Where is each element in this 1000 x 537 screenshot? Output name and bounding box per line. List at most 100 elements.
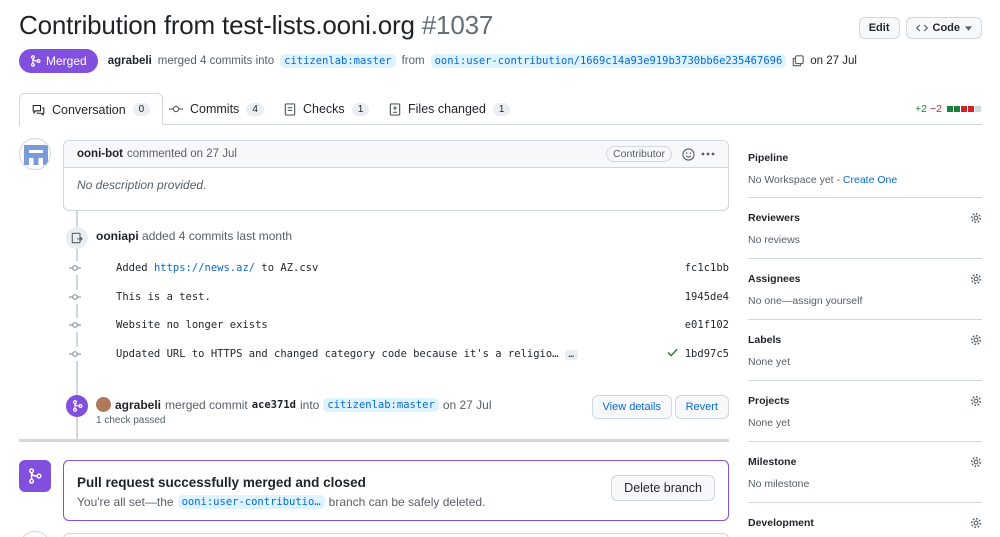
sidebar-milestone[interactable]: Milestone No milestone [748,456,982,490]
sidebar-pipeline-value: No Workspace yet - Create One [748,174,898,186]
view-details-button[interactable]: View details [591,395,672,419]
pr-state-line: Merged agrabeli merged 4 commits into ci… [19,49,857,73]
git-merge-icon [30,55,41,67]
from-label: from [401,55,425,67]
commit-message-link[interactable]: https://news.az/ [154,262,255,274]
pr-title: Contribution from test-lists.ooni.org [19,10,415,40]
gear-icon[interactable] [970,517,982,529]
merge-event-branch[interactable]: citizenlab:master [323,397,439,412]
merged-branch[interactable]: ooni:user-contributio… [177,495,325,509]
tab-files-changed[interactable]: Files changed 1 [377,93,522,125]
code-button[interactable]: Code [905,17,982,39]
git-commit-icon [169,105,183,113]
tab-checks-count: 1 [351,102,370,116]
commit-row: Website no longer exists e01f102 [68,315,729,335]
header-actions: Edit Code [858,17,982,39]
commit-message[interactable]: Website no longer exists [116,319,268,331]
merged-status-box: Pull request successfully merged and clo… [63,460,729,521]
diffstat-deletions: −2 [930,103,942,115]
commit-sha[interactable]: 1bd97c5 [685,348,729,360]
comment-author[interactable]: ooni-bot [77,148,123,160]
avatar[interactable] [96,397,111,412]
merge-event-into: into [299,397,320,412]
commit-message[interactable]: Added https://news.az/ to AZ.csv [116,262,318,274]
merge-event-text: merged commit [165,397,248,412]
commits-author[interactable]: ooniapi [96,229,139,243]
commit-sha[interactable]: fc1c1bb [685,262,729,274]
sidebar-assignees[interactable]: Assignees No one—assign yourself [748,273,982,307]
diffstat: +2 −2 [915,103,982,115]
avatar[interactable] [19,138,51,170]
chevron-down-icon [965,25,972,31]
code-icon [915,24,928,32]
file-diff-icon [389,102,401,116]
page-title: Contribution from test-lists.ooni.org #1… [19,10,493,41]
smiley-icon[interactable] [682,147,695,161]
merged-status-text: You're all set—the ooni:user-contributio… [77,495,486,509]
commits-summary: added 4 commits last month [142,229,293,243]
avatar[interactable] [19,531,51,537]
gear-icon[interactable] [970,395,982,407]
tab-conversation-label: Conversation [52,102,126,117]
sidebar-reviewers-title: Reviewers [748,212,800,224]
copy-icon[interactable] [792,55,804,67]
code-label: Code [932,22,961,34]
sidebar-pipeline-title: Pipeline [748,152,789,164]
merged-badge-label: Merged [46,54,87,68]
commit-message[interactable]: This is a test. [116,291,211,303]
tab-commits[interactable]: Commits 4 [157,93,276,125]
sidebar-divider [748,319,982,320]
edit-button[interactable]: Edit [858,17,900,39]
sidebar-divider [748,502,982,503]
tab-files-count: 1 [492,102,511,116]
git-merge-icon [19,460,51,492]
delete-branch-button[interactable]: Delete branch [611,475,715,501]
base-branch[interactable]: citizenlab:master [280,54,396,68]
sidebar-reviewers[interactable]: Reviewers No reviews [748,212,982,246]
merged-badge: Merged [19,49,98,73]
tab-files-label: Files changed [408,102,486,116]
gear-icon[interactable] [970,334,982,346]
create-one-link[interactable]: Create One [843,174,897,186]
tab-conversation-count: 0 [132,103,151,116]
sidebar-milestone-title: Milestone [748,456,797,468]
comment-discussion-icon [32,104,45,116]
checks-status[interactable]: 1 check passed [96,415,166,426]
timeline-divider [19,439,729,442]
sidebar-assignees-value[interactable]: No one—assign yourself [748,295,982,307]
diffstat-bar [947,103,982,115]
commit-row: Updated URL to HTTPS and changed categor… [68,344,729,364]
merge-event-date[interactable]: on 27 Jul [443,398,492,412]
comment-meta[interactable]: commented on 27 Jul [127,148,237,160]
sidebar-divider [748,380,982,381]
contributor-badge: Contributor [606,146,672,162]
commit-sha-status: 1bd97c5 [667,348,729,360]
gear-icon[interactable] [970,212,982,224]
pr-tabs: Conversation 0 Commits 4 Checks 1 Files … [19,93,982,126]
merge-date: on 27 Jul [810,55,857,67]
kebab-horizontal-icon[interactable] [701,152,715,156]
sidebar-development[interactable]: Development [748,517,982,529]
commit-row: Added https://news.az/ to AZ.csv fc1c1bb [68,258,729,278]
sidebar-projects-title: Projects [748,395,790,407]
tab-checks[interactable]: Checks 1 [272,93,381,125]
gear-icon[interactable] [970,456,982,468]
commit-sha[interactable]: e01f102 [685,319,729,331]
sidebar-pipeline: Pipeline No Workspace yet - Create One [748,152,982,186]
head-branch[interactable]: ooni:user-contribution/1669c14a93e919b37… [430,54,787,68]
merge-event: agrabeli merged commit ace371d into citi… [65,395,729,431]
sidebar-reviewers-value: No reviews [748,234,800,246]
merge-commit-sha[interactable]: ace371d [252,399,296,411]
revert-button[interactable]: Revert [674,395,729,419]
commit-sha[interactable]: 1945de4 [685,291,729,303]
git-commit-icon [68,347,82,361]
expand-message-button[interactable]: … [564,350,578,360]
sidebar-labels[interactable]: Labels None yet [748,334,982,368]
merge-event-author[interactable]: agrabeli [115,398,161,412]
tab-conversation[interactable]: Conversation 0 [19,93,164,126]
merger-link[interactable]: agrabeli [108,55,152,67]
merge-event-line: agrabeli merged commit ace371d into citi… [96,397,492,412]
gear-icon[interactable] [970,273,982,285]
sidebar-projects[interactable]: Projects None yet [748,395,982,429]
commit-message[interactable]: Updated URL to HTTPS and changed categor… [116,348,578,360]
